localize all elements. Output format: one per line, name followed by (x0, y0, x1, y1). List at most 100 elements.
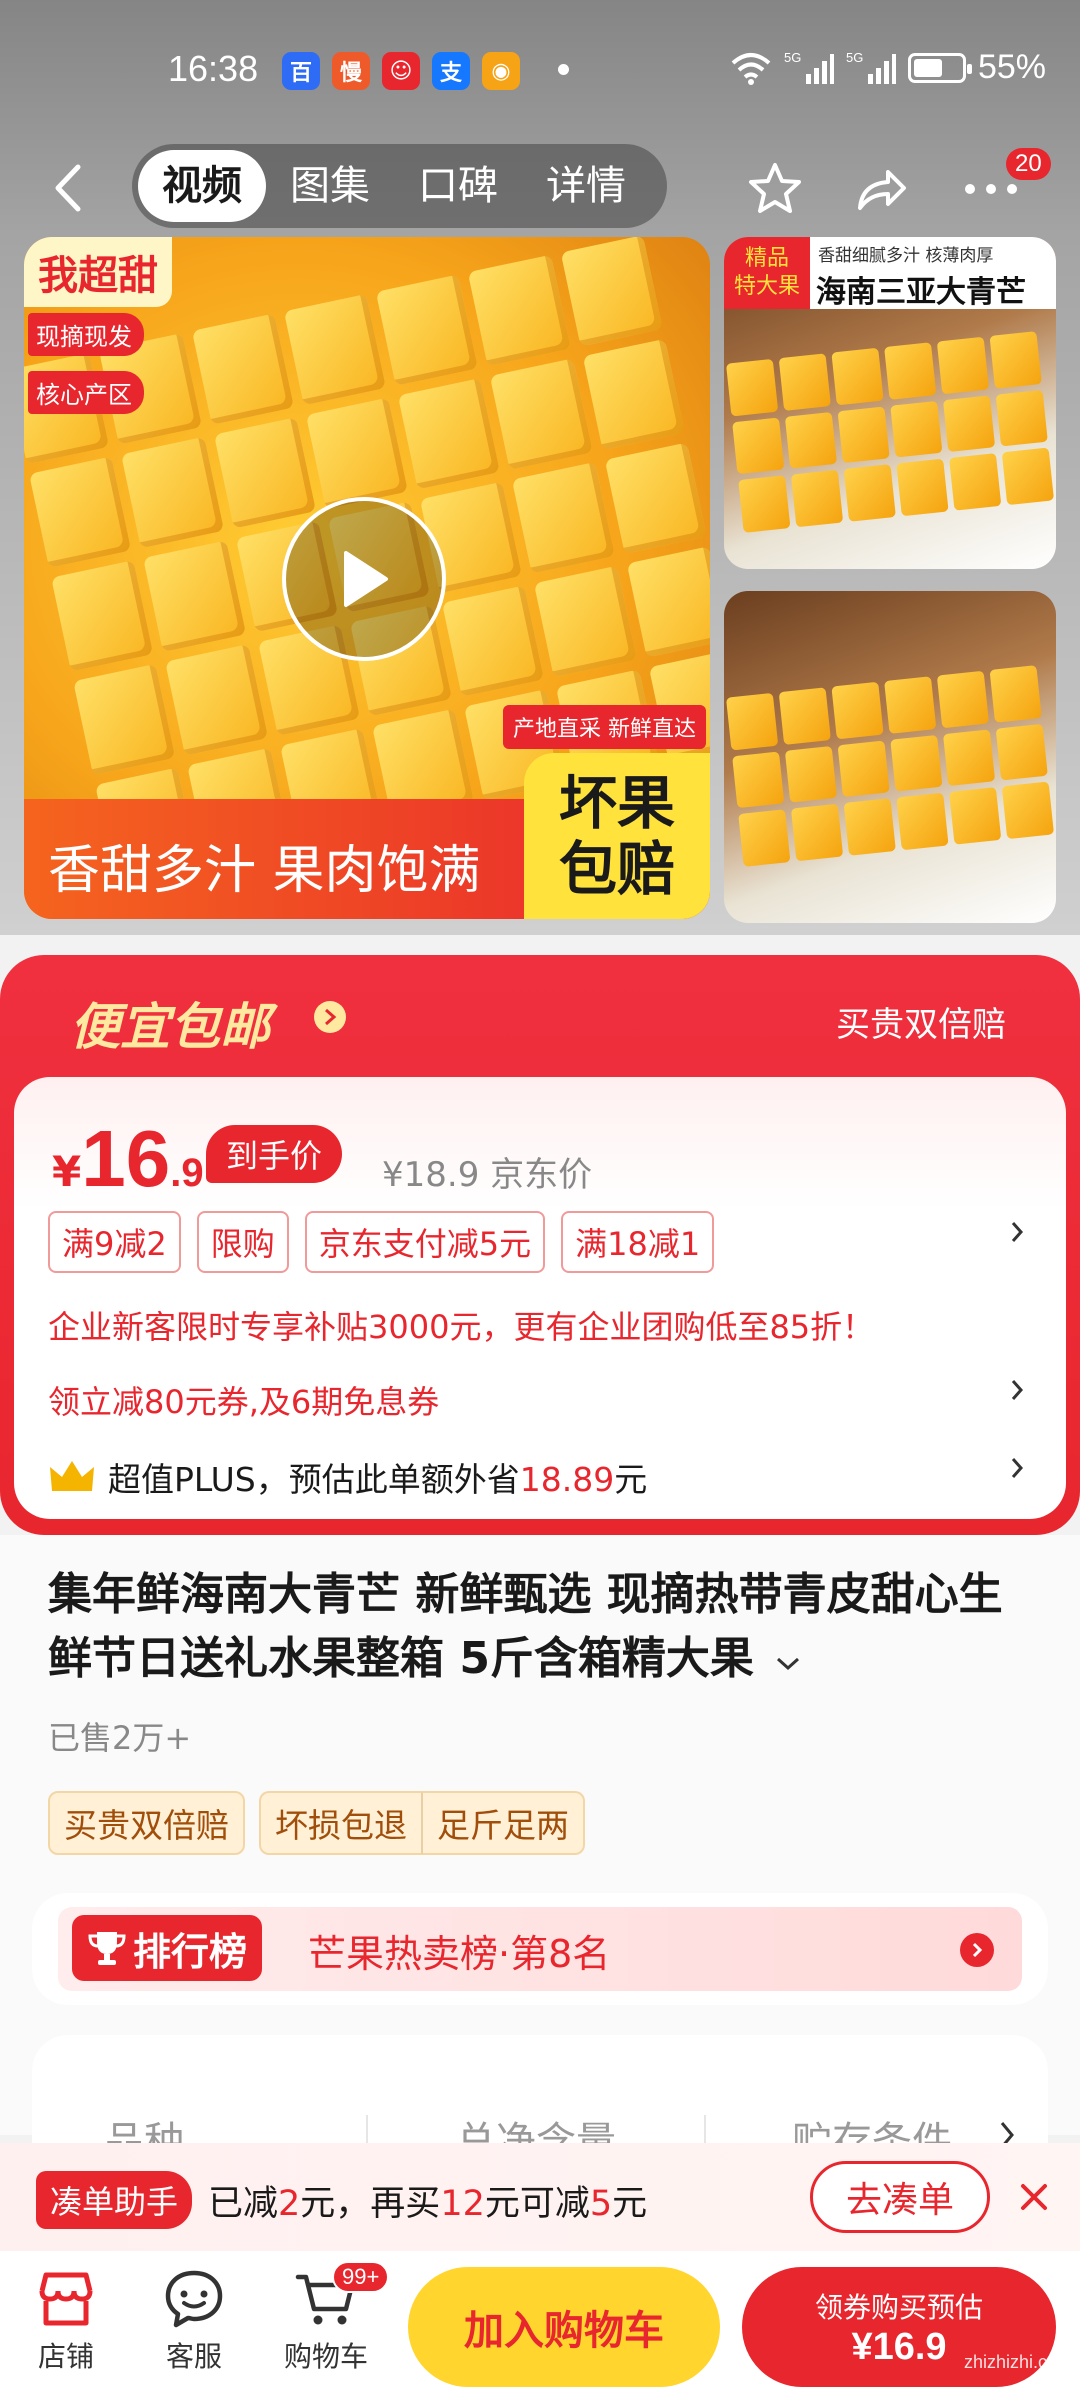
play-button[interactable] (282, 497, 446, 661)
mango-image (725, 331, 1055, 533)
tab-gallery[interactable]: 图集 (266, 150, 394, 222)
enterprise-offer[interactable]: 企业新客限时专享补贴3000元，更有企业团购低至85折！ (48, 1302, 874, 1348)
price-integer: 16 (81, 1114, 171, 1203)
tab-video[interactable]: 视频 (138, 150, 266, 222)
ranking-card[interactable]: 排行榜 芒果热卖榜·第8名 (32, 1893, 1048, 2005)
more-notifications-dot (558, 64, 569, 75)
currency-symbol: ¥ (52, 1147, 82, 1196)
premium-line2: 特大果 (733, 274, 800, 299)
plus-amount: 18.89 (519, 1460, 615, 1499)
price-decimal: .9 (170, 1151, 204, 1195)
chevron-down-icon (777, 1657, 800, 1671)
service-label: 客服 (165, 2340, 222, 2373)
product-gallery: 我超甜 现摘现发 核心产区 产地直采 新鲜直达 香甜多汁 果肉饱满 坏果 包赔 … (0, 235, 1080, 1163)
cart-button[interactable]: 99+ 购物车 (266, 2261, 390, 2375)
premium-line1: 精品 (744, 246, 789, 271)
go-bundle-button[interactable]: 去凑单 (810, 2161, 990, 2233)
service-tag: 坏损包退 (259, 1791, 421, 1855)
chevron-right-icon[interactable] (1010, 1453, 1024, 1488)
buy-label: 领券购买预估 (814, 2290, 983, 2324)
tab-details[interactable]: 详情 (522, 150, 650, 222)
bundle-value-1: 2 (278, 2184, 301, 2224)
service-tags[interactable]: 买贵双倍赔 坏损包退 足斤足两 (48, 1791, 585, 1855)
ranking-text: 芒果热卖榜·第8名 (308, 1932, 611, 1976)
tab-reviews[interactable]: 口碑 (394, 150, 522, 222)
chat-icon (165, 2270, 223, 2328)
bundle-helper-tag: 凑单助手 (36, 2171, 193, 2229)
plus-text: 超值PLUS，预估此单额外省 (108, 1460, 520, 1499)
bundle-text-3: 元可减 (484, 2184, 590, 2224)
bottom-action-bar: 店铺 客服 99+ 购物车 加入购物车 领券购买预估 ¥16.9 (0, 2251, 1080, 2400)
share-icon (858, 170, 906, 210)
promo-panel: 便宜包邮 买贵双倍赔 ¥ 16 .9 到手价 ¥18.9 京东价 满9减2 限购… (0, 955, 1080, 1535)
price-card: ¥ 16 .9 到手价 ¥18.9 京东价 满9减2 限购 京东支付减5元 满1… (14, 1077, 1066, 1519)
back-button[interactable] (52, 158, 96, 218)
thumbnail-header: 精品 特大果 香甜细腻多汁 核薄肉厚 海南三亚大青芒 (724, 237, 1056, 310)
watermark: zhizhizhi.com (963, 2352, 1072, 2372)
shop-button[interactable]: 店铺 (6, 2269, 126, 2375)
coupon-tag: 满18减1 (561, 1211, 715, 1273)
coupon-tag: 京东支付减5元 (304, 1211, 546, 1273)
plus-savings[interactable]: 超值PLUS，预估此单额外省18.89元 (48, 1453, 647, 1501)
mango-image (725, 665, 1055, 867)
add-to-cart-button[interactable]: 加入购物车 (408, 2267, 720, 2387)
gallery-thumbnail[interactable]: 精品 特大果 香甜细腻多汁 核薄肉厚 海南三亚大青芒 (724, 237, 1056, 569)
product-info: 集年鲜海南大青芒 新鲜甄选 现摘热带青皮甜心生鲜节日送礼水果整箱 5斤含箱精大果… (0, 1535, 1080, 2235)
bundle-value-3: 5 (589, 2184, 613, 2224)
bundle-text-1: 已减 (208, 2184, 279, 2224)
more-icon (965, 184, 1017, 194)
buy-price: ¥16.9 (851, 2325, 947, 2368)
svg-text:5G: 5G (784, 50, 801, 65)
premium-badge: 精品 特大果 (724, 237, 810, 309)
service-tag: 足斤足两 (421, 1791, 585, 1855)
double-refund-text: 买贵双倍赔 (836, 1005, 1006, 1045)
shop-label: 店铺 (37, 2340, 94, 2373)
signal-icon: 5G (784, 50, 834, 84)
customer-service-button[interactable]: 客服 (134, 2269, 254, 2375)
battery-percent: 55% (977, 48, 1046, 86)
status-time: 16:38 (168, 48, 259, 89)
signal-icon-2: 5G (846, 50, 896, 84)
chevron-right-icon[interactable] (1010, 1217, 1024, 1252)
shop-icon (39, 2272, 93, 2326)
chevron-left-icon (55, 164, 81, 212)
crown-icon (50, 1461, 94, 1491)
check-tag: 核心产区 (28, 371, 144, 414)
share-button[interactable] (846, 154, 916, 224)
meituan-icon: 慢 (332, 52, 370, 90)
thumbnail-title: 海南三亚大青芒 (816, 275, 1026, 310)
close-button[interactable] (1004, 2167, 1064, 2227)
svg-text:5G: 5G (846, 50, 863, 65)
bad-fruit-line2: 包赔 (558, 835, 675, 903)
plus-unit: 元 (614, 1460, 648, 1499)
bundle-helper-bar: 凑单助手 已减2元，再买12元可减5元 去凑单 (0, 2143, 1080, 2251)
product-title[interactable]: 集年鲜海南大青芒 新鲜甄选 现摘热带青皮甜心生鲜节日送礼水果整箱 5斤含箱精大果 (48, 1563, 1038, 1691)
favorite-button[interactable] (740, 154, 810, 224)
coupon-tag: 限购 (196, 1211, 289, 1273)
gallery-thumbnail[interactable] (724, 591, 1056, 923)
sweet-tag: 我超甜 (24, 237, 172, 307)
main-video[interactable]: 我超甜 现摘现发 核心产区 产地直采 新鲜直达 香甜多汁 果肉饱满 坏果 包赔 (24, 237, 710, 919)
nav-bar: 视频 图集 口碑 详情 20 (0, 140, 1080, 235)
notification-icons: 百 慢 ☺ 支 ◉ (282, 52, 520, 90)
ranking-bar: 排行榜 芒果热卖榜·第8名 (58, 1907, 1022, 1991)
voucher-offer[interactable]: 领立减80元券,及6期免息券 (48, 1377, 439, 1423)
promo-title[interactable]: 便宜包邮 (70, 987, 270, 1059)
final-price-label: 到手价 (206, 1125, 343, 1183)
ranking-tag: 排行榜 (72, 1915, 262, 1981)
more-button[interactable]: 20 (956, 148, 1051, 224)
coupon-tag: 满9减2 (48, 1211, 181, 1273)
coupon-row[interactable]: 满9减2 限购 京东支付减5元 满18减1 (48, 1211, 715, 1273)
message-badge: 20 (1006, 148, 1051, 180)
bundle-text-2: 元，再买 (300, 2184, 441, 2224)
bundle-value-2: 12 (440, 2184, 485, 2224)
alipay-icon: 支 (432, 52, 470, 90)
battery-icon (907, 52, 972, 83)
star-icon (749, 163, 801, 213)
media-tabs: 视频 图集 口碑 详情 (132, 144, 667, 228)
product-title-text: 集年鲜海南大青芒 新鲜甄选 现摘热带青皮甜心生鲜节日送礼水果整箱 5斤含箱精大果 (48, 1569, 1003, 1684)
banner-text: 香甜多汁 果肉饱满 (48, 841, 481, 901)
chevron-right-icon[interactable] (1010, 1375, 1024, 1410)
bad-fruit-line1: 坏果 (558, 769, 675, 837)
trophy-icon (88, 1932, 126, 1965)
